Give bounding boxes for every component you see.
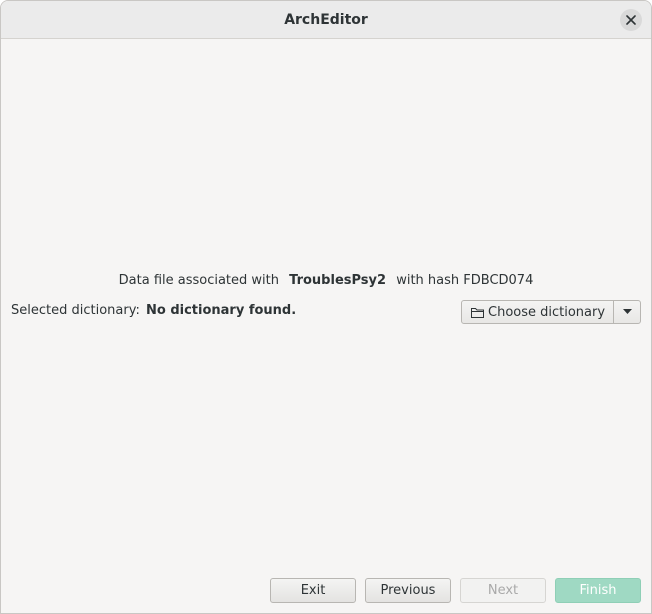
- dictionary-line: Selected dictionary: No dictionary found…: [11, 303, 296, 318]
- wizard-content: Data file associated with TroublesPsy2 w…: [1, 40, 651, 613]
- choose-dictionary-split-button: Choose dictionary: [461, 300, 641, 324]
- titlebar: ArchEditor: [1, 1, 651, 39]
- hash-text: with hash FDBCD074: [396, 273, 534, 288]
- folder-icon: [471, 307, 484, 318]
- archeditor-window: ArchEditor Data file associated with Tro…: [0, 0, 652, 614]
- chevron-down-icon: [622, 309, 632, 314]
- window-title: ArchEditor: [284, 11, 368, 28]
- choose-dictionary-dropdown[interactable]: [614, 301, 640, 323]
- next-button[interactable]: Next: [460, 578, 546, 603]
- choose-dictionary-button[interactable]: Choose dictionary: [462, 301, 614, 323]
- data-file-name: TroublesPsy2: [289, 273, 387, 288]
- finish-button[interactable]: Finish: [555, 578, 641, 603]
- exit-button[interactable]: Exit: [270, 578, 356, 603]
- close-button[interactable]: [620, 9, 642, 31]
- association-line: Data file associated with TroublesPsy2 w…: [1, 273, 651, 288]
- dictionary-value: No dictionary found.: [145, 303, 297, 318]
- association-prefix: Data file associated with: [118, 273, 279, 288]
- previous-button[interactable]: Previous: [365, 578, 451, 603]
- dictionary-label: Selected dictionary:: [11, 303, 140, 318]
- choose-dictionary-label: Choose dictionary: [488, 304, 606, 320]
- close-icon: [626, 15, 636, 25]
